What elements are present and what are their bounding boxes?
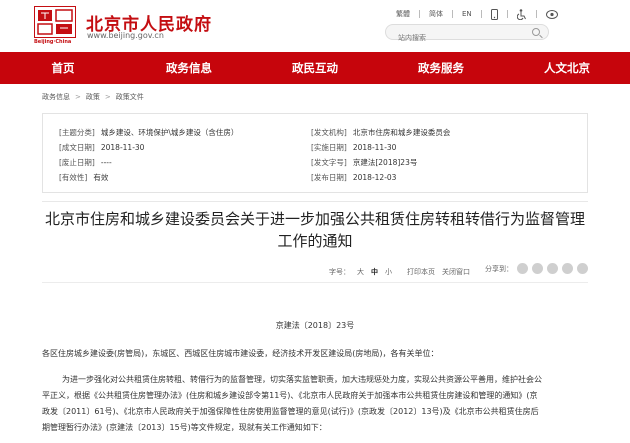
body-paragraph-line: 期管理暂行办法》(京建法〔2013〕15号)等文件规定，现就有关工作通知如下： [42, 423, 327, 432]
share-bar: 分享到： [485, 263, 592, 274]
meta-key: [有效性] [59, 172, 88, 182]
divider [419, 10, 420, 18]
close-window-button[interactable]: 关闭窗口 [442, 267, 470, 277]
search-input[interactable] [386, 31, 526, 45]
divider [480, 10, 482, 18]
meta-key: [主题分类] [59, 127, 95, 137]
meta-created-date: [成文日期] 2018-11-30 [59, 141, 144, 153]
search-icon[interactable] [532, 28, 540, 36]
breadcrumb: 政务信息 > 政策 > 政策文件 [42, 92, 144, 102]
meta-value: 城乡建设、环境保护\城乡建设（含住房） [100, 127, 239, 137]
english-link[interactable]: EN [462, 10, 472, 18]
breadcrumb-item-policy[interactable]: 政策 [86, 92, 100, 102]
logo-tagline: Beijing·China [34, 39, 72, 45]
main-nav: 首页 政务信息 政民互动 政务服务 人文北京 [0, 52, 630, 84]
meta-key: [废止日期] [59, 157, 95, 167]
breadcrumb-item-policy-documents[interactable]: 政策文件 [116, 92, 144, 102]
site-url: www.beijing.gov.cn [87, 31, 164, 40]
body-paragraph-line: 为进一步强化对公共租赁住房转租、转借行为的监督管理，切实落实监管职责，加大违规惩… [62, 375, 542, 384]
search-box[interactable] [385, 24, 549, 45]
meta-implementation-date: [实施日期] 2018-11-30 [311, 141, 396, 153]
divider [42, 282, 588, 283]
meta-key: [实施日期] [311, 142, 347, 152]
more-share-icon[interactable] [577, 263, 588, 274]
nav-humanities-beijing[interactable]: 人文北京 [504, 52, 630, 84]
meta-subject: [主题分类] 城乡建设、环境保护\城乡建设（含住房） [59, 126, 238, 138]
meta-key: [成文日期] [59, 142, 95, 152]
beijing-emblem-logo[interactable] [34, 6, 76, 38]
meta-validity: [有效性] 有效 [59, 171, 108, 183]
accessibility-icon[interactable] [516, 8, 527, 20]
weibo-share-icon[interactable] [532, 263, 543, 274]
print-button[interactable]: 打印本页 [407, 267, 435, 277]
document-title: 北京市住房和城乡建设委员会关于进一步加强公共租赁住房转租转借行为监督管理工作的通… [44, 210, 585, 250]
qzone-share-icon[interactable] [562, 263, 573, 274]
chevron-right-icon: > [104, 93, 111, 101]
meta-issuer: [发文机构] 北京市住房和城乡建设委员会 [311, 126, 450, 138]
body-paragraph-line: 政发〔2011〕61号)、《北京市人民政府关于加强保障性住房使用监督管理的意见(… [42, 407, 539, 416]
document-number: 京建法〔2018〕23号 [275, 321, 355, 330]
elder-mode-icon[interactable] [545, 9, 558, 19]
nav-government-info[interactable]: 政务信息 [126, 52, 252, 84]
salutation-paragraph: 各区住房城乡建设委(房管局)，东城区、西城区住房城市建设委，经济技术开发区建设局… [42, 349, 439, 358]
divider [452, 10, 453, 18]
body-paragraph-line: 平正义，根据《公共租赁住房管理办法》(住房和城乡建设部令第11号)、《北京市人民… [42, 391, 538, 400]
meta-value: 2018-11-30 [352, 142, 397, 152]
meta-value: 有效 [93, 172, 109, 182]
nav-government-services[interactable]: 政务服务 [378, 52, 504, 84]
header-tools: 繁體 简体 EN [396, 8, 558, 20]
qq-share-icon[interactable] [547, 263, 558, 274]
meta-publish-date: [发布日期] 2018-12-03 [311, 171, 396, 183]
divider [42, 201, 588, 202]
font-size-small-button[interactable]: 小 [385, 267, 392, 277]
traditional-chinese-link[interactable]: 繁體 [396, 9, 410, 19]
font-size-toolbar: 字号： 大 中 小 打印本页 关闭窗口 [329, 267, 477, 277]
breadcrumb-item-government-info[interactable]: 政务信息 [42, 92, 70, 102]
site-header: Beijing·China 北京市人民政府 www.beijing.gov.cn… [0, 0, 630, 52]
meta-key: [发文字号] [311, 157, 347, 167]
meta-value: 2018-11-30 [100, 142, 145, 152]
simplified-chinese-link[interactable]: 简体 [429, 9, 443, 19]
meta-key: [发布日期] [311, 172, 347, 182]
nav-citizen-interaction[interactable]: 政民互动 [252, 52, 378, 84]
font-size-medium-button[interactable]: 中 [371, 267, 378, 277]
meta-repeal-date: [废止日期] ---- [59, 156, 112, 168]
chevron-right-icon: > [75, 93, 81, 101]
share-label: 分享到： [485, 264, 513, 273]
meta-value: 2018-12-03 [352, 172, 397, 182]
divider [535, 10, 537, 18]
document-meta-table: [主题分类] 城乡建设、环境保护\城乡建设（含住房） [发文机构] 北京市住房和… [42, 113, 588, 193]
meta-key: [发文机构] [311, 127, 347, 137]
meta-document-number: [发文字号] 京建法[2018]23号 [311, 156, 417, 168]
meta-value: 北京市住房和城乡建设委员会 [352, 127, 451, 137]
meta-value: 京建法[2018]23号 [352, 157, 418, 167]
nav-home[interactable]: 首页 [0, 52, 126, 84]
meta-value: ---- [100, 157, 112, 167]
font-size-large-button[interactable]: 大 [357, 267, 364, 277]
wechat-share-icon[interactable] [517, 263, 528, 274]
divider [506, 10, 508, 18]
mobile-icon[interactable] [490, 8, 498, 20]
font-size-label: 字号： [329, 268, 350, 276]
